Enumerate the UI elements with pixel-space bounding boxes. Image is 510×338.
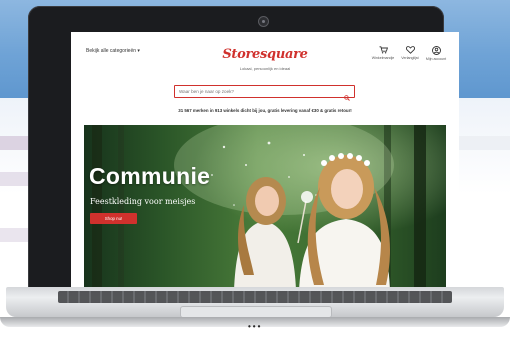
hero-photo: [92, 125, 426, 290]
heart-icon: [405, 46, 415, 54]
search-bar: [174, 85, 355, 101]
shop-now-button[interactable]: Shop nu!: [90, 213, 137, 224]
search-icon: [344, 95, 350, 101]
account-label: Mijn account: [425, 57, 447, 61]
user-icon: [431, 46, 441, 55]
usp-banner: 31 567 merken in 913 winkels dicht bij j…: [178, 108, 352, 113]
hero-title: Communie: [89, 163, 211, 189]
laptop-keyboard: [58, 291, 452, 303]
laptop-screen: Bekijk alle categorieën ▾ Storesquare Lo…: [71, 32, 459, 290]
cart-icon: [379, 46, 388, 54]
search-button[interactable]: [344, 88, 350, 106]
hero-subtitle: Feestkleding voor meisjes: [90, 197, 196, 206]
search-input[interactable]: [179, 87, 339, 96]
laptop-lid: Bekijk alle categorieën ▾ Storesquare Lo…: [28, 6, 459, 290]
background-stripe: [0, 136, 28, 150]
site-tagline: Lokaal, persoonlijk en ideaal: [239, 66, 291, 71]
account-button[interactable]: Mijn account: [416, 46, 456, 61]
webcam-icon: [258, 16, 269, 27]
background-stripe: [0, 228, 28, 242]
hero-banner[interactable]: Communie Feestkleding voor meisjes Shop …: [84, 125, 446, 290]
device-indicator: •••: [248, 322, 263, 331]
background-stripe: [0, 172, 28, 186]
